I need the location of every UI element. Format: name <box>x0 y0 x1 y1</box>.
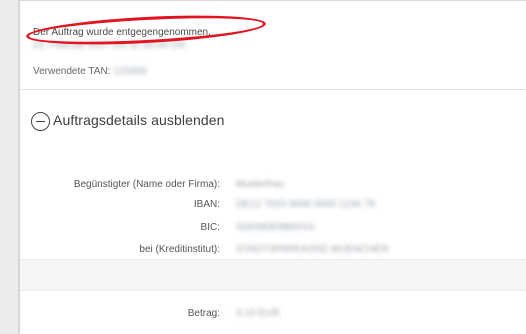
separator-band <box>20 259 526 291</box>
detail-label: BIC: <box>200 222 220 233</box>
tan-label: Verwendete TAN: <box>33 66 111 77</box>
detail-label: IBAN: <box>193 199 220 210</box>
detail-value: DE12 7015 0000 0000 1234 78 <box>236 199 376 210</box>
detail-value: SSKMDEMMXXX <box>236 222 315 233</box>
detail-value: 0,10 EUR <box>236 308 280 319</box>
toggle-details-label: Auftragsdetails ausblenden <box>53 111 225 128</box>
minus-circle-icon <box>31 112 50 131</box>
tan-value: 123456 <box>113 66 147 77</box>
confirmation-date-text: 21. Februar 2017 um 11:33:04 Uhr <box>33 40 187 51</box>
confirmation-card: Der Auftrag wurde entgegengenommen. 21. … <box>19 0 526 334</box>
detail-value: STADTSPARKASSE MUENCHEN <box>236 244 389 255</box>
divider <box>20 89 526 90</box>
confirmation-message: Der Auftrag wurde entgegengenommen. <box>33 27 211 38</box>
confirmation-date: 21. Februar 2017 um 11:33:04 Uhr <box>33 39 211 52</box>
left-gutter <box>0 0 19 333</box>
detail-label: Begünstigter (Name oder Firma): <box>73 179 220 190</box>
toggle-details-button[interactable]: Auftragsdetails ausblenden <box>31 108 225 131</box>
confirmation-block: Der Auftrag wurde entgegengenommen. 21. … <box>33 26 211 52</box>
detail-label: Betrag: <box>187 308 220 319</box>
detail-label: bei (Kreditinstitut): <box>139 244 220 255</box>
detail-value: Musterfrau <box>236 179 284 190</box>
tan-row: Verwendete TAN: 123456 <box>33 66 147 77</box>
